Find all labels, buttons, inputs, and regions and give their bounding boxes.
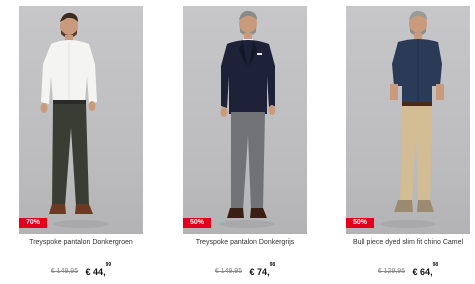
product-prices: € 129,95 € 64,98 (346, 262, 470, 281)
new-price: € 74,98 (249, 262, 276, 277)
product-photo-man-navy-blazer (219, 10, 276, 228)
product-photo-man-denim-shirt (380, 10, 444, 228)
product-name[interactable]: Treyspoke pantalon Donkergrijs (183, 239, 307, 246)
product-image[interactable]: 70% (19, 6, 143, 234)
product-image[interactable]: 50% (346, 6, 470, 234)
old-price: € 149,95 (50, 268, 79, 276)
new-price-main: € 44, (85, 266, 106, 277)
discount-badge: 50% (346, 218, 374, 228)
old-price: € 149,95 (214, 268, 243, 276)
new-price-cents: 99 (105, 261, 112, 268)
new-price-main: € 74, (249, 266, 270, 277)
new-price-cents: 98 (269, 261, 276, 268)
new-price: € 64,98 (412, 262, 439, 277)
product-image[interactable]: 50% (183, 6, 307, 234)
new-price: € 44,99 (85, 262, 112, 277)
product-prices: € 149,95 € 74,98 (183, 262, 307, 281)
discount-badge: 70% (19, 218, 47, 228)
product-name[interactable]: Bull piece dyed slim fit chino Camel (346, 239, 470, 246)
product-name[interactable]: Treyspoke pantalon Donkergroen (19, 239, 143, 246)
product-card[interactable]: 50% (346, 6, 470, 234)
discount-badge: 50% (183, 218, 211, 228)
product-photo-man-white-shirt (40, 12, 109, 228)
new-price-main: € 64, (412, 266, 433, 277)
product-card[interactable]: 50% (183, 6, 307, 234)
product-grid: 70% Treyspoke pantalon Donkergroen € 149… (0, 0, 475, 284)
product-prices: € 149,95 € 44,99 (19, 262, 143, 281)
new-price-cents: 98 (432, 261, 439, 268)
product-card[interactable]: 70% (19, 6, 143, 234)
old-price: € 129,95 (377, 268, 406, 276)
